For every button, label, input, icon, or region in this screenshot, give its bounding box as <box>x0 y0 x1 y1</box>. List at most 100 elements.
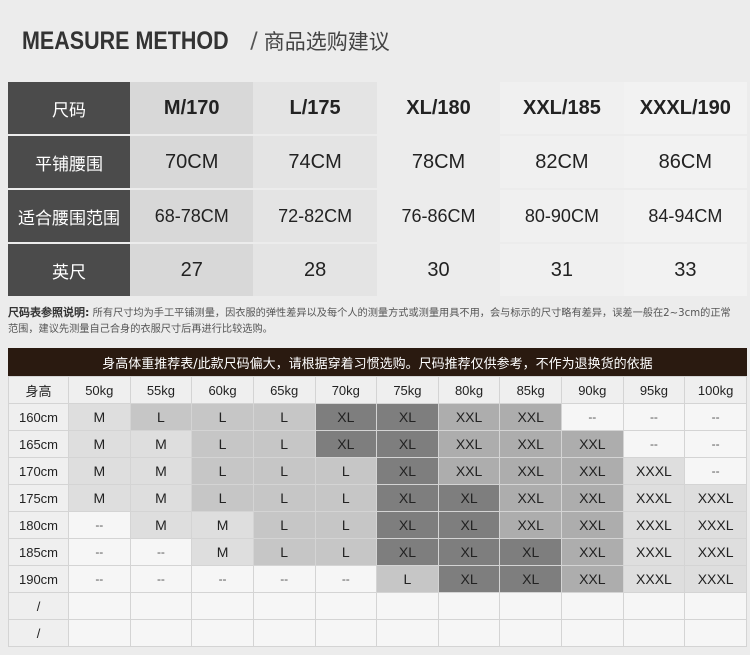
size-recommend-cell: L <box>191 457 254 485</box>
size-recommend-cell: M <box>191 538 254 566</box>
size-recommend-cell <box>376 619 439 647</box>
height-header: 170cm <box>8 457 69 485</box>
size-recommend-cell: -- <box>191 565 254 593</box>
size-recommend-cell: XL <box>376 484 439 512</box>
size-recommend-cell <box>561 619 624 647</box>
size-recommend-cell: XL <box>376 430 439 458</box>
recommend-header-row: 身高 50kg 55kg 60kg 65kg 70kg 75kg 80kg 85kg 90kg 95… <box>8 376 747 404</box>
size-cell: 78CM <box>376 136 501 190</box>
size-recommend-cell: -- <box>68 511 131 539</box>
size-recommend-cell <box>252 619 316 647</box>
size-note: 尺码表参照说明: 所有尺寸均为手工平铺测量，因衣服的弹性差异以及每个人的测量方式… <box>8 305 738 338</box>
size-recommend-cell: -- <box>684 430 747 458</box>
size-recommend-cell: XL <box>376 511 439 539</box>
recommend-title: 身高体重推荐表/此款尺码偏大，请根据穿着习惯选购。尺码推荐仅供参考，不作为退换货… <box>8 348 747 376</box>
size-recommend-cell: L <box>252 511 316 539</box>
size-recommend-cell: XXL <box>437 403 501 431</box>
size-recommend-cell: L <box>376 565 439 593</box>
size-cell: L/175 <box>253 82 377 136</box>
table-row: 185cm -- -- M L L XL XL XL XXL XXXL XXXL <box>8 538 747 566</box>
size-recommend-cell <box>437 592 501 620</box>
size-recommend-cell: XL <box>437 565 501 593</box>
size-recommend-cell: XXL <box>499 484 562 512</box>
size-recommend-cell: XXXL <box>684 565 747 593</box>
size-recommend-cell: L <box>191 403 254 431</box>
size-recommend-cell: XXXL <box>622 565 686 593</box>
row-label: 适合腰围范围 <box>8 190 130 244</box>
note-text: 所有尺寸均为手工平铺测量，因衣服的弹性差异以及每个人的测量方式或测量用具不用，会… <box>8 308 731 335</box>
size-cell: 27 <box>130 244 254 298</box>
size-table: 尺码 M/170 L/175 XL/180 XXL/185 XXXL/190 平… <box>8 82 748 298</box>
size-recommend-cell: L <box>314 457 378 485</box>
weight-header: 60kg <box>191 376 254 404</box>
size-recommend-cell: M <box>129 430 193 458</box>
size-recommend-cell <box>684 619 747 647</box>
size-cell: XXXL/190 <box>623 82 748 136</box>
table-row: / <box>8 619 747 647</box>
table-row: / <box>8 592 747 620</box>
size-cell: 30 <box>376 244 501 298</box>
size-recommend-cell: -- <box>129 565 193 593</box>
size-recommend-cell <box>684 592 747 620</box>
size-recommend-cell <box>129 592 193 620</box>
size-recommend-cell: L <box>191 484 254 512</box>
size-recommend-cell: XL <box>314 430 378 458</box>
table-row: 160cm M L L L XL XL XXL XXL -- -- -- <box>8 403 747 431</box>
title-separator: / <box>250 28 258 54</box>
size-recommend-cell: -- <box>68 565 131 593</box>
corner-header: 身高 <box>8 376 69 404</box>
size-recommend-cell: -- <box>561 403 624 431</box>
size-recommend-cell <box>622 592 686 620</box>
size-recommend-cell: XXL <box>499 511 562 539</box>
height-header: 185cm <box>8 538 69 566</box>
weight-header: 65kg <box>252 376 316 404</box>
height-header: 165cm <box>8 430 69 458</box>
size-row: 平铺腰围 70CM 74CM 78CM 82CM 86CM <box>8 136 748 190</box>
size-recommend-cell: XL <box>437 511 501 539</box>
height-header: 160cm <box>8 403 69 431</box>
size-recommend-cell: XL <box>437 538 501 566</box>
size-recommend-cell: XXXL <box>684 538 747 566</box>
size-recommend-cell: XL <box>314 403 378 431</box>
size-recommend-cell: -- <box>252 565 316 593</box>
size-recommend-cell: -- <box>684 403 747 431</box>
height-header: / <box>8 619 69 647</box>
size-recommend-cell <box>191 619 254 647</box>
weight-header: 70kg <box>314 376 378 404</box>
size-cell: 74CM <box>253 136 377 190</box>
size-cell: 84-94CM <box>623 190 748 244</box>
size-recommend-cell: XL <box>499 565 562 593</box>
size-recommend-cell: XXL <box>561 565 624 593</box>
size-recommend-cell: L <box>314 484 378 512</box>
size-row: 英尺 27 28 30 31 33 <box>8 244 748 298</box>
size-recommend-cell: XL <box>376 403 439 431</box>
title-en: MEASURE METHOD <box>22 26 229 55</box>
size-recommend-cell: L <box>252 430 316 458</box>
size-recommend-cell: XXL <box>499 403 562 431</box>
size-recommend-cell <box>314 619 378 647</box>
size-cell: 82CM <box>500 136 624 190</box>
height-header: 190cm <box>8 565 69 593</box>
weight-header: 85kg <box>499 376 562 404</box>
size-recommend-cell: M <box>68 430 131 458</box>
size-recommend-cell: -- <box>684 457 747 485</box>
recommend-table-section: 身高体重推荐表/此款尺码偏大，请根据穿着习惯选购。尺码推荐仅供参考，不作为退换货… <box>8 348 747 647</box>
size-recommend-cell: L <box>252 484 316 512</box>
size-recommend-cell <box>252 592 316 620</box>
size-recommend-cell: -- <box>129 538 193 566</box>
size-recommend-cell: L <box>314 511 378 539</box>
size-recommend-cell: XL <box>376 457 439 485</box>
size-cell: 72-82CM <box>253 190 377 244</box>
size-cell: XL/180 <box>376 82 501 136</box>
size-recommend-cell: XXL <box>561 484 624 512</box>
size-recommend-cell: L <box>314 538 378 566</box>
weight-header: 50kg <box>68 376 131 404</box>
size-recommend-cell <box>499 619 562 647</box>
size-recommend-cell: XXXL <box>622 484 686 512</box>
size-cell: M/170 <box>130 82 254 136</box>
size-recommend-cell <box>376 592 439 620</box>
size-recommend-cell <box>561 592 624 620</box>
size-cell: XXL/185 <box>500 82 624 136</box>
size-cell: 31 <box>500 244 624 298</box>
size-recommend-cell: XXL <box>437 457 501 485</box>
